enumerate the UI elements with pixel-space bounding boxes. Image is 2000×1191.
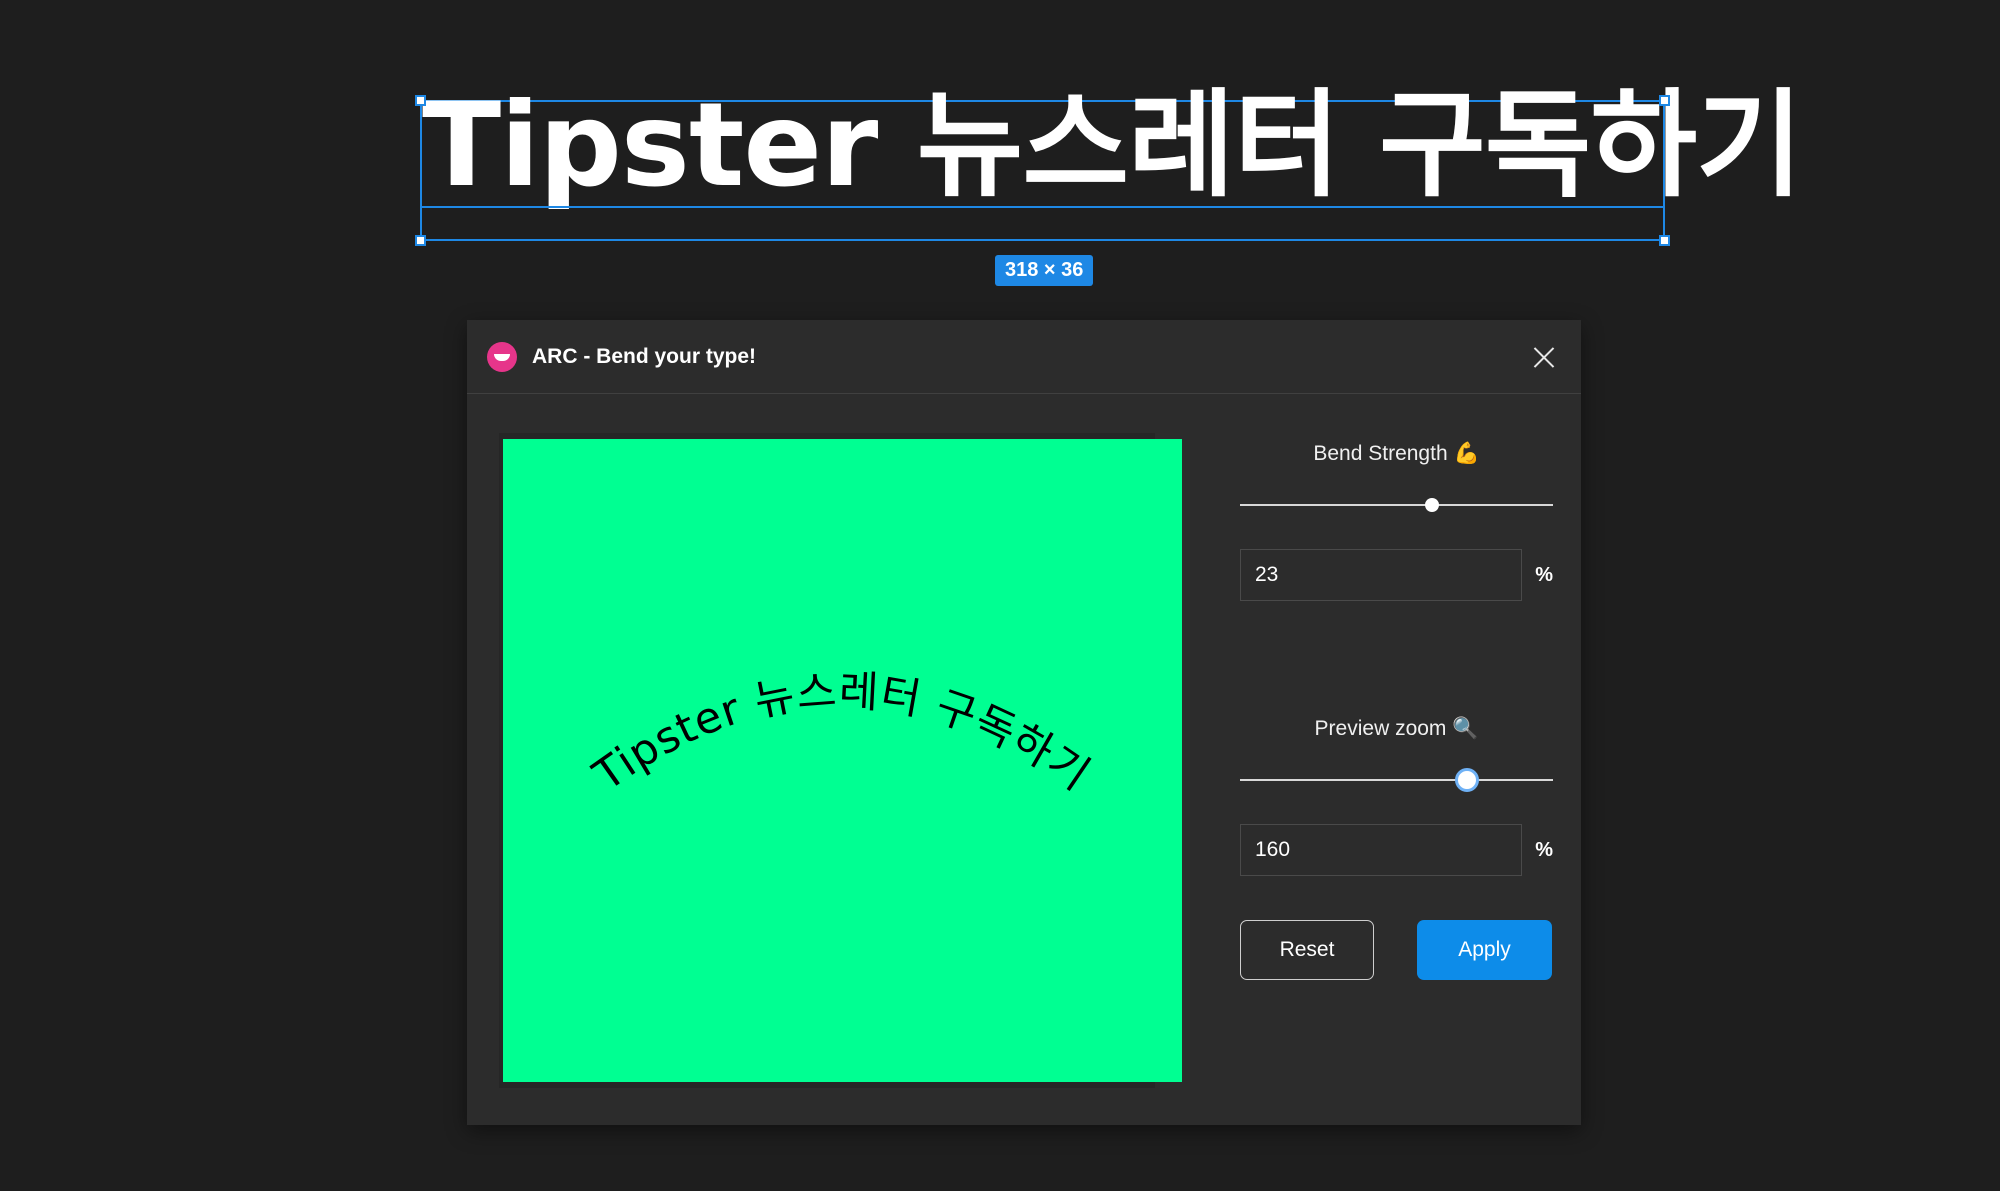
plugin-titlebar[interactable]: ARC - Bend your type! — [467, 320, 1581, 394]
figma-canvas[interactable]: Tipster 뉴스레터 구독하기 318 × 36 ARC - Bend yo… — [0, 0, 2000, 1191]
preview-area: Tipster 뉴스레터 구독하기 — [503, 439, 1182, 1082]
bend-strength-slider[interactable] — [1240, 498, 1553, 512]
reset-button[interactable]: Reset — [1240, 920, 1374, 980]
curved-text: Tipster 뉴스레터 구독하기 — [584, 666, 1099, 801]
preview-zoom-slider[interactable] — [1240, 768, 1553, 792]
bend-strength-slider-thumb[interactable] — [1425, 498, 1440, 512]
curved-text-preview: Tipster 뉴스레터 구독하기 — [584, 666, 1099, 801]
smile-icon — [487, 342, 517, 372]
preview-zoom-slider-thumb[interactable] — [1455, 768, 1480, 792]
close-icon[interactable] — [1529, 342, 1559, 372]
preview-frame: Tipster 뉴스레터 구독하기 — [499, 433, 1182, 1088]
flexed-arm-icon: 💪 — [1453, 441, 1480, 465]
controls-panel: Bend Strength 💪 % Preview zoom 🔍 % — [1240, 430, 1553, 1090]
text-baseline-guide — [422, 206, 1663, 208]
bend-strength-label-text: Bend Strength — [1313, 442, 1448, 465]
preview-zoom-input[interactable] — [1240, 824, 1522, 876]
preview-zoom-label: Preview zoom 🔍 — [1240, 713, 1553, 744]
magnifier-icon: 🔍 — [1452, 716, 1479, 740]
resize-handle-bottom-right[interactable] — [1659, 235, 1670, 246]
bend-strength-label: Bend Strength 💪 — [1240, 438, 1553, 469]
plugin-title: ARC - Bend your type! — [532, 345, 757, 368]
bend-strength-input[interactable] — [1240, 549, 1522, 601]
text-layer-content: Tipster 뉴스레터 구독하기 — [422, 78, 1803, 213]
resize-handle-bottom-left[interactable] — [415, 235, 426, 246]
bend-strength-unit: % — [1535, 564, 1553, 586]
arc-plugin-window: ARC - Bend your type! Tipster 뉴스레터 구독하기 … — [467, 320, 1581, 1125]
resize-handle-top-left[interactable] — [415, 95, 426, 106]
selected-text-layer[interactable]: Tipster 뉴스레터 구독하기 — [415, 88, 1803, 246]
apply-button[interactable]: Apply — [1417, 920, 1552, 980]
preview-zoom-label-text: Preview zoom — [1314, 717, 1447, 740]
preview-zoom-unit: % — [1535, 839, 1553, 861]
dimension-badge: 318 × 36 — [995, 255, 1094, 286]
resize-handle-top-right[interactable] — [1659, 95, 1670, 106]
